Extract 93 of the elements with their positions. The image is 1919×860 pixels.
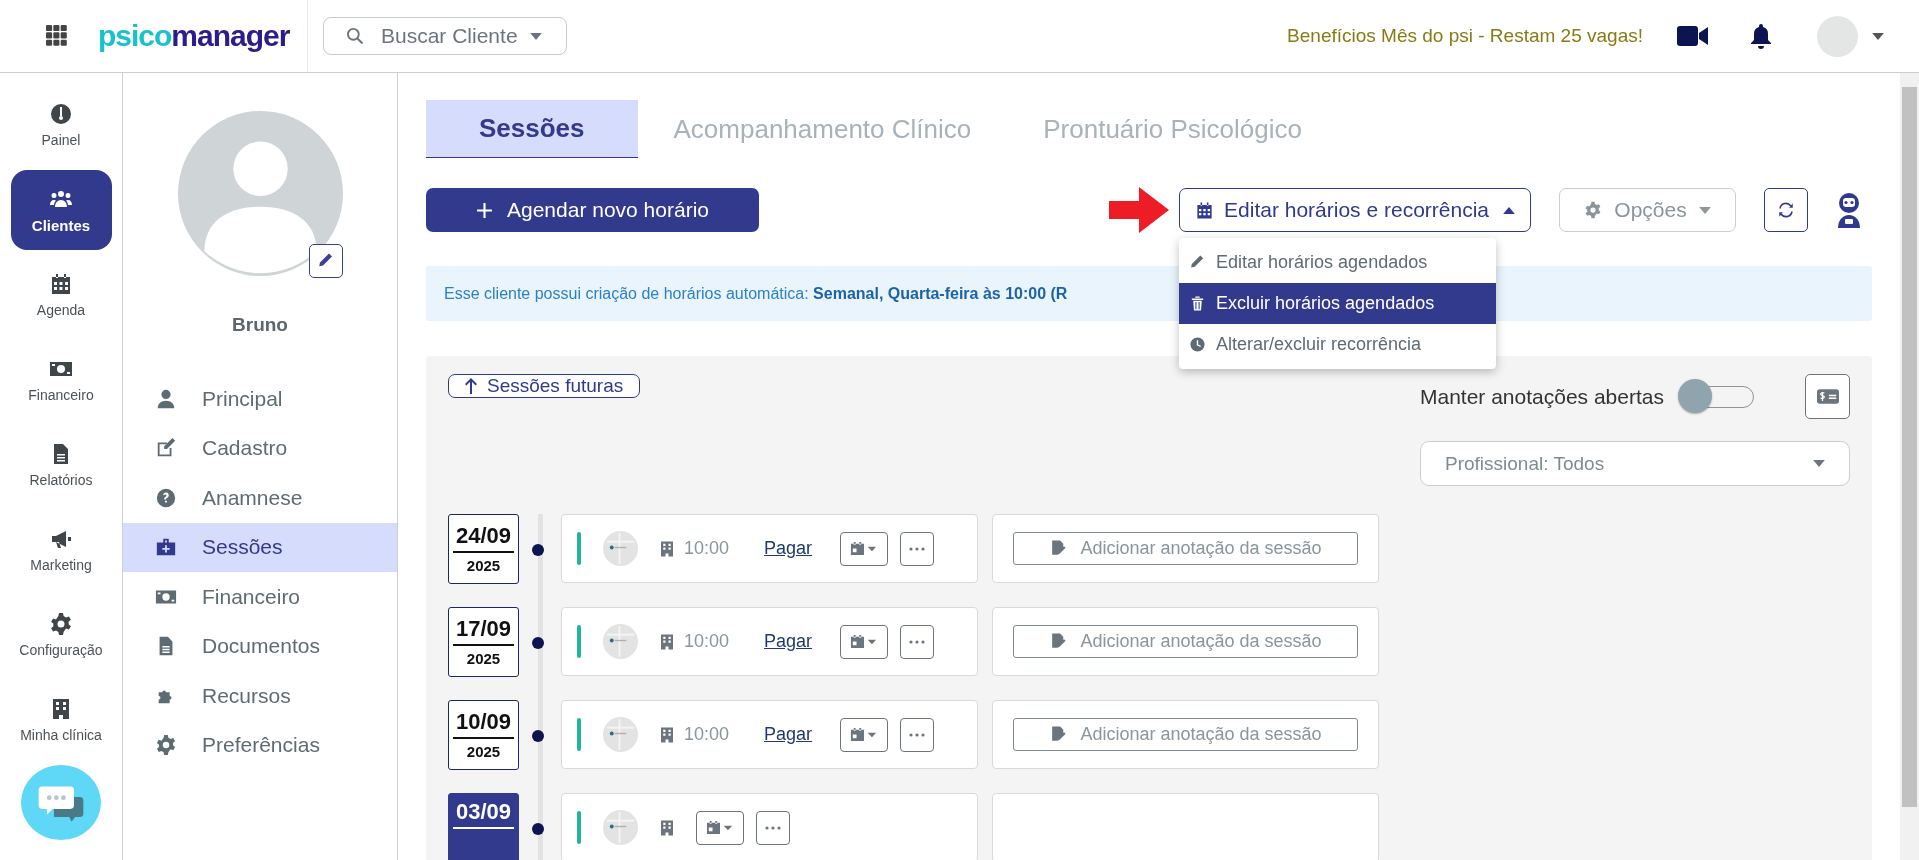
caret-icon (530, 33, 542, 40)
professional-avatar (603, 624, 638, 659)
date-badge: 10/09 2025 (448, 700, 519, 770)
date-badge: 17/09 2025 (448, 607, 519, 677)
nav-item[interactable]: Painel (10, 85, 112, 165)
nav-item[interactable]: Minha clínica (10, 680, 112, 760)
professional-avatar (603, 531, 638, 566)
calendar-caret-icon (850, 727, 878, 742)
edit-photo-button[interactable] (308, 244, 343, 278)
caret-icon (1503, 206, 1515, 214)
calendar-icon (1195, 200, 1215, 220)
timeline-dot (531, 729, 544, 742)
nav-item[interactable]: Relatórios (10, 425, 112, 505)
date-badge: 03/09 (448, 793, 519, 860)
client-menu-item[interactable]: Principal (123, 374, 397, 424)
calendar-caret-icon (850, 541, 878, 556)
ellipsis-icon (909, 732, 925, 737)
date-badge: 24/09 2025 (448, 514, 519, 584)
calendar-caret-icon (850, 634, 878, 649)
plus-icon (476, 201, 493, 219)
pay-link[interactable]: Pagar (764, 631, 820, 652)
search-icon (345, 26, 365, 46)
pay-link[interactable]: Pagar (764, 538, 820, 559)
arrow-icon (1109, 187, 1170, 233)
client-menu-item[interactable]: Preferências (123, 720, 397, 770)
timeline-dot (531, 543, 544, 556)
future-sessions-button[interactable]: Sessões futuras (448, 374, 641, 398)
refresh-button[interactable] (1764, 188, 1808, 232)
status-bar (577, 811, 581, 844)
nav-item[interactable]: Configuração (10, 595, 112, 675)
gauge-icon (49, 102, 73, 126)
user-icon (155, 387, 177, 410)
caret-icon (1813, 460, 1825, 467)
nav-item[interactable]: Clientes (10, 170, 112, 250)
apps-grid-icon[interactable] (46, 25, 68, 47)
money-icon (1816, 389, 1839, 404)
logo[interactable]: psicomanager (98, 19, 290, 53)
ellipsis-icon (909, 639, 925, 644)
more-button[interactable] (900, 717, 934, 752)
client-menu-item[interactable]: Recursos (123, 671, 397, 721)
calendar-caret-icon (706, 820, 734, 835)
refresh-icon (1777, 201, 1795, 219)
professional-select[interactable]: Profissional: Todos (1420, 441, 1850, 486)
video-camera-icon[interactable] (1677, 25, 1709, 47)
more-button[interactable] (900, 624, 934, 659)
nav-item[interactable]: Financeiro (10, 340, 112, 420)
client-menu-item[interactable]: Sessões (123, 522, 397, 572)
client-menu-item[interactable]: Anamnese (123, 473, 397, 523)
promo-text[interactable]: Benefícios Mês do psi - Restam 25 vagas! (1287, 25, 1643, 47)
notification-bell-icon[interactable] (1749, 23, 1773, 49)
timeline-dot (531, 822, 544, 835)
search-field[interactable]: Buscar Cliente (323, 17, 567, 55)
client-name: Bruno (232, 314, 288, 336)
ellipsis-icon (909, 546, 925, 551)
menu-item[interactable]: Excluir horários agendados (1179, 283, 1497, 324)
session-time: 10:00 (684, 631, 731, 652)
calendar-dropdown-button[interactable] (840, 624, 888, 659)
status-bar (577, 532, 581, 565)
more-button[interactable] (900, 531, 934, 566)
client-menu-item[interactable]: Documentos (123, 621, 397, 671)
scrollbar[interactable] (1900, 73, 1919, 860)
calendar-icon (49, 272, 73, 296)
calendar-dropdown-button[interactable] (840, 531, 888, 566)
nav-item[interactable]: Agenda (10, 255, 112, 335)
keep-notes-label: Manter anotações abertas (1420, 384, 1664, 409)
tab[interactable]: Sessões (426, 100, 638, 158)
settings-icon (49, 612, 73, 636)
timeline-dot (531, 636, 544, 649)
nav-item[interactable]: Marketing (10, 510, 112, 590)
edit-schedule-dropdown[interactable]: Editar horários e recorrência (1179, 188, 1531, 232)
calendar-dropdown-button[interactable] (696, 810, 744, 845)
new-schedule-button[interactable]: Agendar novo horário (426, 188, 759, 232)
ellipsis-icon (765, 825, 781, 830)
caret-icon (1698, 206, 1711, 214)
caret-icon[interactable] (1872, 32, 1884, 40)
session-time: 10:00 (684, 538, 731, 559)
client-menu-item[interactable]: Financeiro (123, 572, 397, 622)
menu-item[interactable]: Alterar/excluir recorrência (1179, 324, 1497, 365)
arrow-up-icon (465, 378, 477, 394)
more-button[interactable] (756, 810, 790, 845)
professional-avatar (603, 717, 638, 752)
pay-link[interactable]: Pagar (764, 724, 820, 745)
professional-avatar (603, 810, 638, 845)
status-bar (577, 718, 581, 751)
settings-icon (155, 734, 177, 757)
settings-icon (1584, 201, 1603, 219)
question-icon (155, 486, 177, 509)
calendar-dropdown-button[interactable] (840, 717, 888, 752)
session-time: 10:00 (684, 724, 731, 745)
billing-button[interactable] (1805, 374, 1850, 419)
client-menu-item[interactable]: Cadastro (123, 423, 397, 473)
status-bar (577, 625, 581, 658)
clock-icon (1189, 336, 1207, 353)
